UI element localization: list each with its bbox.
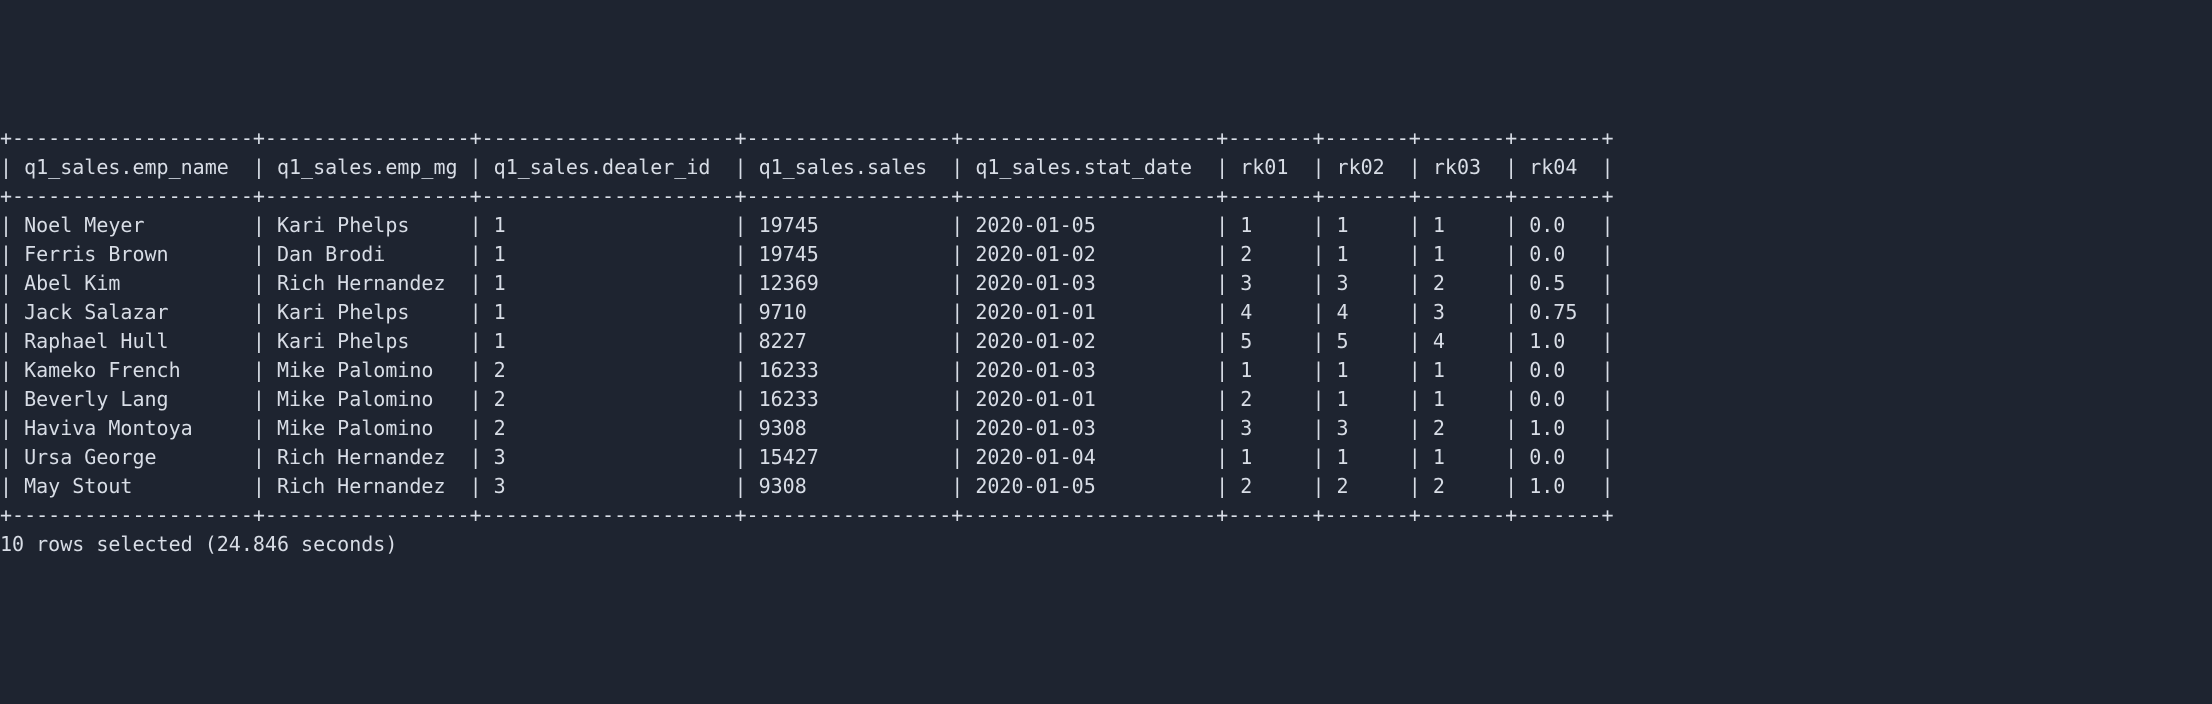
sql-result-table: +--------------------+-----------------+… (0, 124, 2212, 559)
